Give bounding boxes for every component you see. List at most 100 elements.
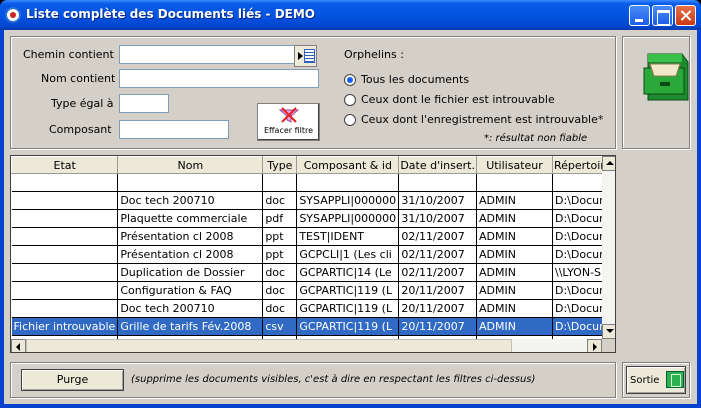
unreliable-note: *: résultat non fiable	[484, 133, 588, 144]
table-row[interactable]: Présentation cl 2008 ppt TEST|IDENT 02/11/2…	[11, 227, 614, 246]
cell-user: ADMIN	[476, 317, 553, 336]
cell-composant: SYSAPPLI|000000	[296, 209, 400, 228]
cell-type: csv	[262, 317, 298, 336]
cell-type: ppt	[262, 245, 298, 264]
scroll-left-button[interactable]	[11, 339, 26, 352]
radio-record-missing-label[interactable]: Ceux dont l'enregistrement est introuvab…	[361, 113, 603, 126]
cell-type: pdf	[262, 209, 298, 228]
documents-table: Etat Nom Type Composant & id Date d'inse…	[11, 156, 614, 352]
window-title: Liste complète des Documents liés - DEMO	[26, 7, 316, 21]
cell-etat	[11, 209, 119, 228]
close-button[interactable]	[675, 5, 696, 26]
cell-user: ADMIN	[476, 281, 553, 300]
purge-button[interactable]: Purge	[21, 369, 124, 391]
table-row[interactable]: Configuration & FAQ doc GCPARTIC|119 (L 20/…	[11, 281, 614, 300]
cell-date: 31/10/2007	[398, 191, 477, 210]
scroll-right-button[interactable]	[587, 339, 602, 352]
cell-nom: Doc tech 200710	[117, 191, 264, 210]
cell-etat	[11, 191, 119, 210]
cell-user	[476, 173, 553, 192]
exit-panel: Sortie	[622, 362, 690, 398]
cell-composant: GCPARTIC|119 (L	[296, 317, 400, 336]
cell-etat	[11, 245, 119, 264]
cell-date	[398, 173, 477, 192]
horizontal-scrollbar[interactable]	[11, 339, 602, 352]
cell-date: 02/11/2007	[398, 227, 477, 246]
type-filter-input[interactable]	[119, 94, 169, 113]
table-row[interactable]: Doc tech 200710 doc SYSAPPLI|000000 31/10/2…	[11, 191, 614, 210]
cell-type: ppt	[262, 227, 298, 246]
documents-grid[interactable]: Etat Nom Type Composant & id Date d'inse…	[10, 155, 616, 353]
cell-user: ADMIN	[476, 263, 553, 282]
column-header-composant[interactable]: Composant & id	[296, 156, 400, 174]
name-filter-input[interactable]	[119, 69, 319, 88]
path-filter-input[interactable]	[119, 45, 299, 64]
clear-filter-button[interactable]: Effacer filtre	[257, 103, 320, 141]
browse-path-button[interactable]	[294, 45, 317, 67]
component-filter-label: Composant	[49, 123, 112, 136]
app-window: Liste complète des Documents liés - DEMO…	[0, 0, 701, 408]
cell-composant	[296, 173, 400, 192]
cell-type: doc	[262, 281, 298, 300]
clear-filter-icon	[278, 107, 300, 123]
cell-nom: Grille de tarifs Fév.2008	[117, 317, 264, 336]
cell-date: 31/10/2007	[398, 209, 477, 228]
cell-nom	[117, 173, 264, 192]
cell-user: ADMIN	[476, 245, 553, 264]
purge-note: (supprime les documents visibles, c'est …	[131, 374, 536, 385]
column-header-type[interactable]: Type	[262, 156, 298, 174]
cell-composant: GCPCLI|1 (Les cli	[296, 245, 400, 264]
cell-etat	[11, 281, 119, 300]
cell-date: 20/11/2007	[398, 317, 477, 336]
table-row[interactable]: Fichier introuvable Grille de tarifs Fév.…	[11, 317, 614, 336]
arrow-left-icon	[16, 343, 20, 351]
cell-composant: SYSAPPLI|000000	[296, 191, 400, 210]
cell-type: doc	[262, 263, 298, 282]
cell-composant: GCPARTIC|14 (Le	[296, 263, 400, 282]
cell-nom: Plaquette commerciale	[117, 209, 264, 228]
table-row[interactable]: Présentation cl 2008 ppt GCPCLI|1 (Les cli…	[11, 245, 614, 264]
radio-all-documents[interactable]	[344, 74, 356, 86]
horizontal-scroll-thumb[interactable]	[26, 339, 512, 352]
title-bar[interactable]: Liste complète des Documents liés - DEMO	[0, 0, 701, 30]
column-header-etat[interactable]: Etat	[11, 156, 119, 174]
vertical-scrollbar[interactable]	[602, 156, 615, 339]
minimize-button[interactable]	[629, 5, 650, 26]
cell-etat	[11, 173, 119, 192]
radio-all-documents-label[interactable]: Tous les documents	[361, 73, 469, 86]
radio-record-missing[interactable]	[344, 114, 356, 126]
filter-panel: Chemin contient Nom contient Type égal à…	[10, 36, 616, 149]
exit-door-icon	[666, 371, 684, 388]
cell-composant: GCPARTIC|119 (L	[296, 281, 400, 300]
orphans-label: Orphelins :	[344, 48, 404, 61]
cell-type	[262, 173, 298, 192]
scroll-up-button[interactable]	[602, 156, 615, 171]
table-row[interactable]: Doc tech 200710 doc GCPARTIC|119 (L 20/11/2…	[11, 299, 614, 318]
scroll-down-button[interactable]	[602, 324, 615, 339]
arrow-right-icon	[298, 52, 303, 60]
arrow-down-icon	[606, 329, 614, 333]
exit-button[interactable]: Sortie	[626, 366, 686, 394]
name-filter-label: Nom contient	[41, 72, 116, 85]
cell-user: ADMIN	[476, 299, 553, 318]
cell-nom: Présentation cl 2008	[117, 227, 264, 246]
type-filter-label: Type égal à	[51, 97, 114, 110]
table-row[interactable]: Plaquette commerciale pdf SYSAPPLI|000000 3…	[11, 209, 614, 228]
column-header-nom[interactable]: Nom	[117, 156, 264, 174]
radio-file-missing-label[interactable]: Ceux dont le fichier est introuvable	[361, 93, 555, 106]
table-row[interactable]: Duplication de Dossier doc GCPARTIC|14 (Le…	[11, 263, 614, 282]
scrollbar-corner	[602, 339, 615, 352]
table-row[interactable]	[11, 173, 614, 192]
column-header-user[interactable]: Utilisateur	[475, 156, 553, 174]
cell-nom: Configuration & FAQ	[117, 281, 264, 300]
maximize-button[interactable]	[652, 5, 673, 26]
component-filter-input[interactable]	[119, 120, 229, 139]
cell-user: ADMIN	[476, 209, 553, 228]
radio-file-missing[interactable]	[344, 94, 356, 106]
cell-nom: Présentation cl 2008	[117, 245, 264, 264]
window-border-right	[697, 30, 701, 408]
column-header-date[interactable]: Date d'insert.	[398, 156, 477, 174]
cell-user: ADMIN	[476, 191, 553, 210]
cell-nom: Doc tech 200710	[117, 299, 264, 318]
cell-etat	[11, 299, 119, 318]
